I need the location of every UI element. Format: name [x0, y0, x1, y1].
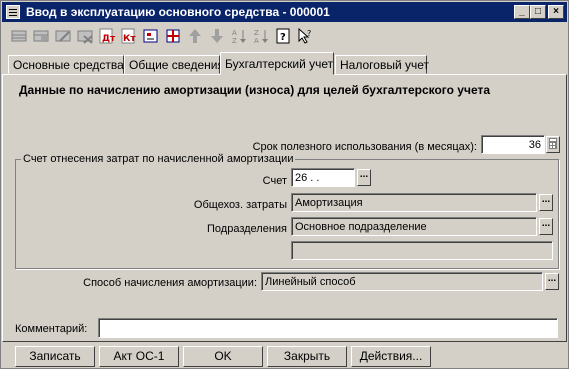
- set-parent-icon[interactable]: [142, 27, 160, 45]
- account-label: Счет: [262, 175, 287, 187]
- sort-desc-icon[interactable]: ZA: [252, 27, 270, 45]
- close-button[interactable]: Закрыть: [267, 346, 347, 367]
- division-select-button[interactable]: ...: [539, 218, 553, 235]
- method-select-button[interactable]: ...: [545, 273, 559, 290]
- dt-icon[interactable]: Дт: [98, 27, 116, 45]
- svg-text:?: ?: [307, 29, 311, 38]
- svg-text:Z: Z: [254, 29, 259, 37]
- add-row-icon[interactable]: [10, 27, 28, 45]
- useful-life-input[interactable]: 36: [481, 135, 545, 154]
- section-heading: Данные по начислению амортизации (износа…: [19, 83, 491, 97]
- comment-label: Комментарий:: [15, 323, 88, 335]
- extra-subconto-input[interactable]: [291, 241, 553, 260]
- move-up-icon[interactable]: [186, 27, 204, 45]
- tab-accounting[interactable]: Бухгалтерский учет: [220, 52, 334, 75]
- dialog-window: Ввод в эксплуатацию основного средства -…: [0, 0, 569, 369]
- whats-this-icon[interactable]: ?: [296, 27, 314, 45]
- useful-life-label: Срок полезного использования (в месяцах)…: [252, 141, 477, 153]
- maximize-button[interactable]: □: [530, 5, 546, 19]
- save-button[interactable]: Записать: [15, 346, 95, 367]
- document-icon: [6, 5, 20, 19]
- account-select-button[interactable]: ...: [357, 169, 371, 186]
- svg-text:A: A: [254, 37, 259, 45]
- calculator-button[interactable]: [546, 136, 560, 153]
- method-input[interactable]: Линейный способ: [261, 272, 543, 291]
- comment-input[interactable]: [98, 318, 558, 338]
- edit-in-dialog-icon[interactable]: [164, 27, 182, 45]
- tab-tax-accounting[interactable]: Налоговый учет: [335, 55, 429, 74]
- minimize-button[interactable]: _: [514, 5, 530, 19]
- svg-text:Дт: Дт: [102, 34, 116, 44]
- svg-text:?: ?: [280, 32, 286, 43]
- svg-text:A: A: [232, 29, 237, 37]
- tab-label: Основные средства: [13, 58, 124, 72]
- edit-row-icon[interactable]: [54, 27, 72, 45]
- expense-input[interactable]: Амортизация: [291, 193, 537, 212]
- method-label: Способ начисления амортизации:: [83, 277, 257, 289]
- copy-row-icon[interactable]: [32, 27, 50, 45]
- actions-button[interactable]: Действия...: [351, 346, 431, 367]
- tab-panel-accounting: Данные по начислению амортизации (износа…: [2, 74, 567, 342]
- tab-fixed-assets[interactable]: Основные средства: [8, 55, 124, 74]
- tab-label: Общие сведения: [129, 58, 224, 72]
- act-os1-button[interactable]: Акт ОС-1: [99, 346, 179, 367]
- tab-strip: Основные средства Общие сведения Бухгалт…: [2, 52, 567, 75]
- tab-general-info[interactable]: Общие сведения: [124, 55, 224, 74]
- calculator-icon: [549, 138, 557, 149]
- title-bar[interactable]: Ввод в эксплуатацию основного средства -…: [2, 2, 567, 22]
- expense-select-button[interactable]: ...: [539, 194, 553, 211]
- division-label: Подразделения: [207, 223, 287, 235]
- group-title: Счет отнесения затрат по начисленной амо…: [21, 153, 296, 165]
- close-window-button[interactable]: ×: [548, 5, 564, 19]
- account-input[interactable]: 26 . .: [291, 168, 355, 187]
- division-input[interactable]: Основное подразделение: [291, 217, 537, 236]
- svg-text:Кт: Кт: [123, 34, 136, 44]
- move-down-icon[interactable]: [208, 27, 226, 45]
- window-title: Ввод в эксплуатацию основного средства -…: [26, 5, 330, 19]
- sort-asc-icon[interactable]: AZ: [230, 27, 248, 45]
- help-icon[interactable]: ?: [274, 27, 292, 45]
- toolbar: Дт Кт AZ ZA ? ?: [2, 23, 567, 49]
- expense-label: Общехоз. затраты: [193, 199, 287, 211]
- tab-label: Налоговый учет: [340, 58, 429, 72]
- svg-text:Z: Z: [232, 37, 237, 45]
- tab-label: Бухгалтерский учет: [225, 57, 334, 71]
- kt-icon[interactable]: Кт: [120, 27, 138, 45]
- ok-button[interactable]: OK: [183, 346, 263, 367]
- delete-row-icon[interactable]: [76, 27, 94, 45]
